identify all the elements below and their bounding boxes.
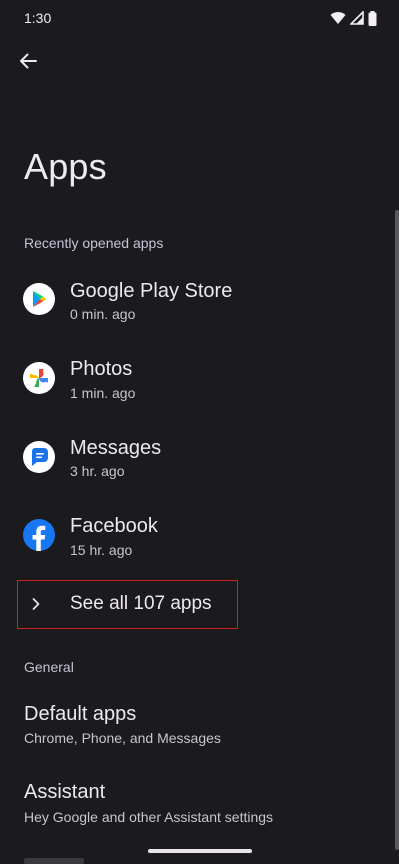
app-name: Messages	[70, 437, 162, 459]
app-name: Google Play Store	[70, 280, 233, 302]
signal-icon	[350, 11, 364, 25]
setting-title: Default apps	[24, 703, 137, 725]
app-last-opened: 3 hr. ago	[70, 463, 125, 479]
recent-apps-header: Recently opened apps	[24, 235, 164, 251]
setting-title: Assistant	[24, 781, 106, 803]
wifi-icon	[330, 11, 346, 25]
gesture-navigation-handle[interactable]	[148, 849, 252, 853]
status-bar: 1:30	[0, 0, 399, 36]
default-apps-setting[interactable]: Default apps Chrome, Phone, and Messages	[0, 690, 392, 760]
google-play-store-icon	[23, 283, 55, 315]
app-name: Photos	[70, 358, 133, 380]
see-all-apps-label: See all 107 apps	[70, 593, 212, 614]
app-name: Facebook	[70, 515, 158, 537]
status-time: 1:30	[24, 10, 52, 26]
back-button[interactable]	[10, 45, 46, 81]
google-photos-icon	[23, 362, 55, 394]
assistant-setting[interactable]: Assistant Hey Google and other Assistant…	[0, 769, 392, 839]
general-section-header: General	[24, 659, 74, 675]
apps-settings-screen: 1:30 Apps Recently opened apps Google Pl…	[0, 0, 399, 864]
app-last-opened: 0 min. ago	[70, 306, 136, 322]
app-row-facebook[interactable]: Facebook 15 hr. ago	[0, 496, 392, 574]
app-last-opened: 1 min. ago	[70, 385, 136, 401]
setting-subtitle: Chrome, Phone, and Messages	[24, 730, 221, 746]
setting-subtitle: Hey Google and other Assistant settings	[24, 809, 274, 825]
scrollbar[interactable]	[395, 210, 399, 850]
arrow-back-icon	[19, 52, 37, 75]
facebook-icon	[23, 519, 55, 551]
chevron-right-icon	[30, 596, 42, 617]
next-setting-peek	[24, 858, 84, 864]
messages-icon	[23, 441, 55, 473]
page-title: Apps	[24, 146, 107, 187]
app-last-opened: 15 hr. ago	[70, 542, 133, 558]
status-icons	[330, 10, 377, 26]
app-row-google-play-store[interactable]: Google Play Store 0 min. ago	[0, 260, 392, 338]
battery-icon	[368, 10, 377, 26]
app-row-messages[interactable]: Messages 3 hr. ago	[0, 417, 392, 495]
see-all-apps-button[interactable]: See all 107 apps	[17, 580, 238, 629]
app-row-photos[interactable]: Photos 1 min. ago	[0, 339, 392, 417]
